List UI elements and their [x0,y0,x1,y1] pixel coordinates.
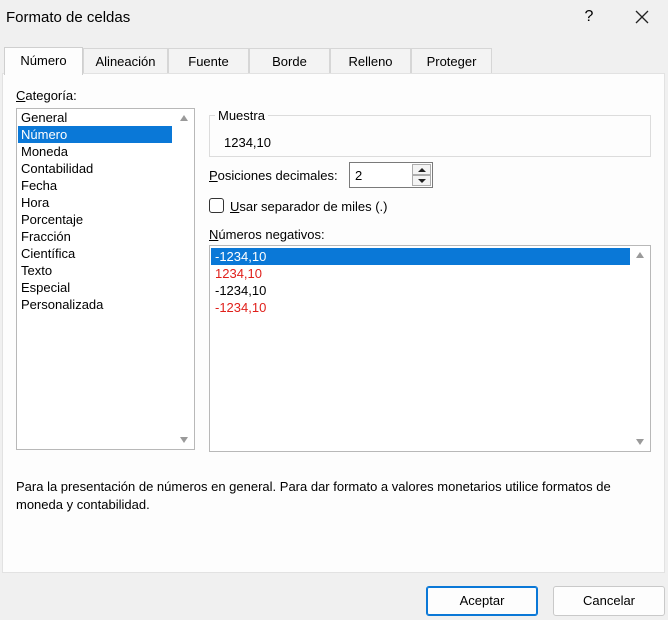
negative-item[interactable]: 1234,10 [211,265,630,282]
category-item-moneda[interactable]: Moneda [18,143,172,160]
scroll-down-icon[interactable] [636,439,644,445]
stepper-down-button[interactable] [412,175,431,186]
scroll-up-icon[interactable] [180,115,188,121]
category-item-especial[interactable]: Especial [18,279,172,296]
close-button[interactable] [630,4,654,30]
category-item-cientifica[interactable]: Científica [18,245,172,262]
negatives-scrollbar[interactable] [631,247,649,450]
tab-numero[interactable]: Número [4,47,83,75]
triangle-down-icon [418,179,426,183]
tab-relleno[interactable]: Relleno [330,48,411,74]
sample-label: Muestra [215,108,268,123]
category-item-fraccion[interactable]: Fracción [18,228,172,245]
category-scrollbar[interactable] [175,110,193,448]
triangle-up-icon [418,168,426,172]
decimals-label: Posiciones decimales: [209,168,338,183]
negatives-list[interactable]: -1234,10 1234,10 -1234,10 -1234,10 [209,245,651,452]
tab-fuente[interactable]: Fuente [168,48,249,74]
category-item-contabilidad[interactable]: Contabilidad [18,160,172,177]
dialog-title: Formato de celdas [6,9,131,26]
category-label: Categoría: [16,88,77,103]
category-item-general[interactable]: General [18,109,172,126]
category-list[interactable]: General Número Moneda Contabilidad Fecha… [16,108,195,450]
format-description: Para la presentación de números en gener… [16,479,611,512]
thousands-separator-checkbox[interactable] [209,198,224,213]
sample-value: 1234,10 [224,135,271,150]
negative-item[interactable]: -1234,10 [211,299,630,316]
sample-group [209,115,651,157]
help-button[interactable]: ? [578,4,600,30]
decimals-value[interactable]: 2 [355,168,362,183]
cancel-button[interactable]: Cancelar [553,586,665,616]
tab-borde[interactable]: Borde [249,48,330,74]
scroll-up-icon[interactable] [636,252,644,258]
negative-item[interactable]: -1234,10 [211,248,630,265]
category-item-hora[interactable]: Hora [18,194,172,211]
negatives-label: Números negativos: [209,227,325,242]
category-item-porcentaje[interactable]: Porcentaje [18,211,172,228]
category-item-texto[interactable]: Texto [18,262,172,279]
category-item-personalizada[interactable]: Personalizada [18,296,172,313]
tab-proteger[interactable]: Proteger [411,48,492,74]
close-icon [635,10,649,24]
thousands-separator-label[interactable]: Usar separador de miles (.) [230,199,388,214]
negative-item[interactable]: -1234,10 [211,282,630,299]
decimals-stepper[interactable]: 2 [349,162,433,188]
category-item-numero[interactable]: Número [18,126,172,143]
ok-button[interactable]: Aceptar [426,586,538,616]
tab-alineacion[interactable]: Alineación [83,48,168,74]
title-bar: Formato de celdas ? [0,0,668,38]
category-item-fecha[interactable]: Fecha [18,177,172,194]
stepper-up-button[interactable] [412,164,431,175]
scroll-down-icon[interactable] [180,437,188,443]
